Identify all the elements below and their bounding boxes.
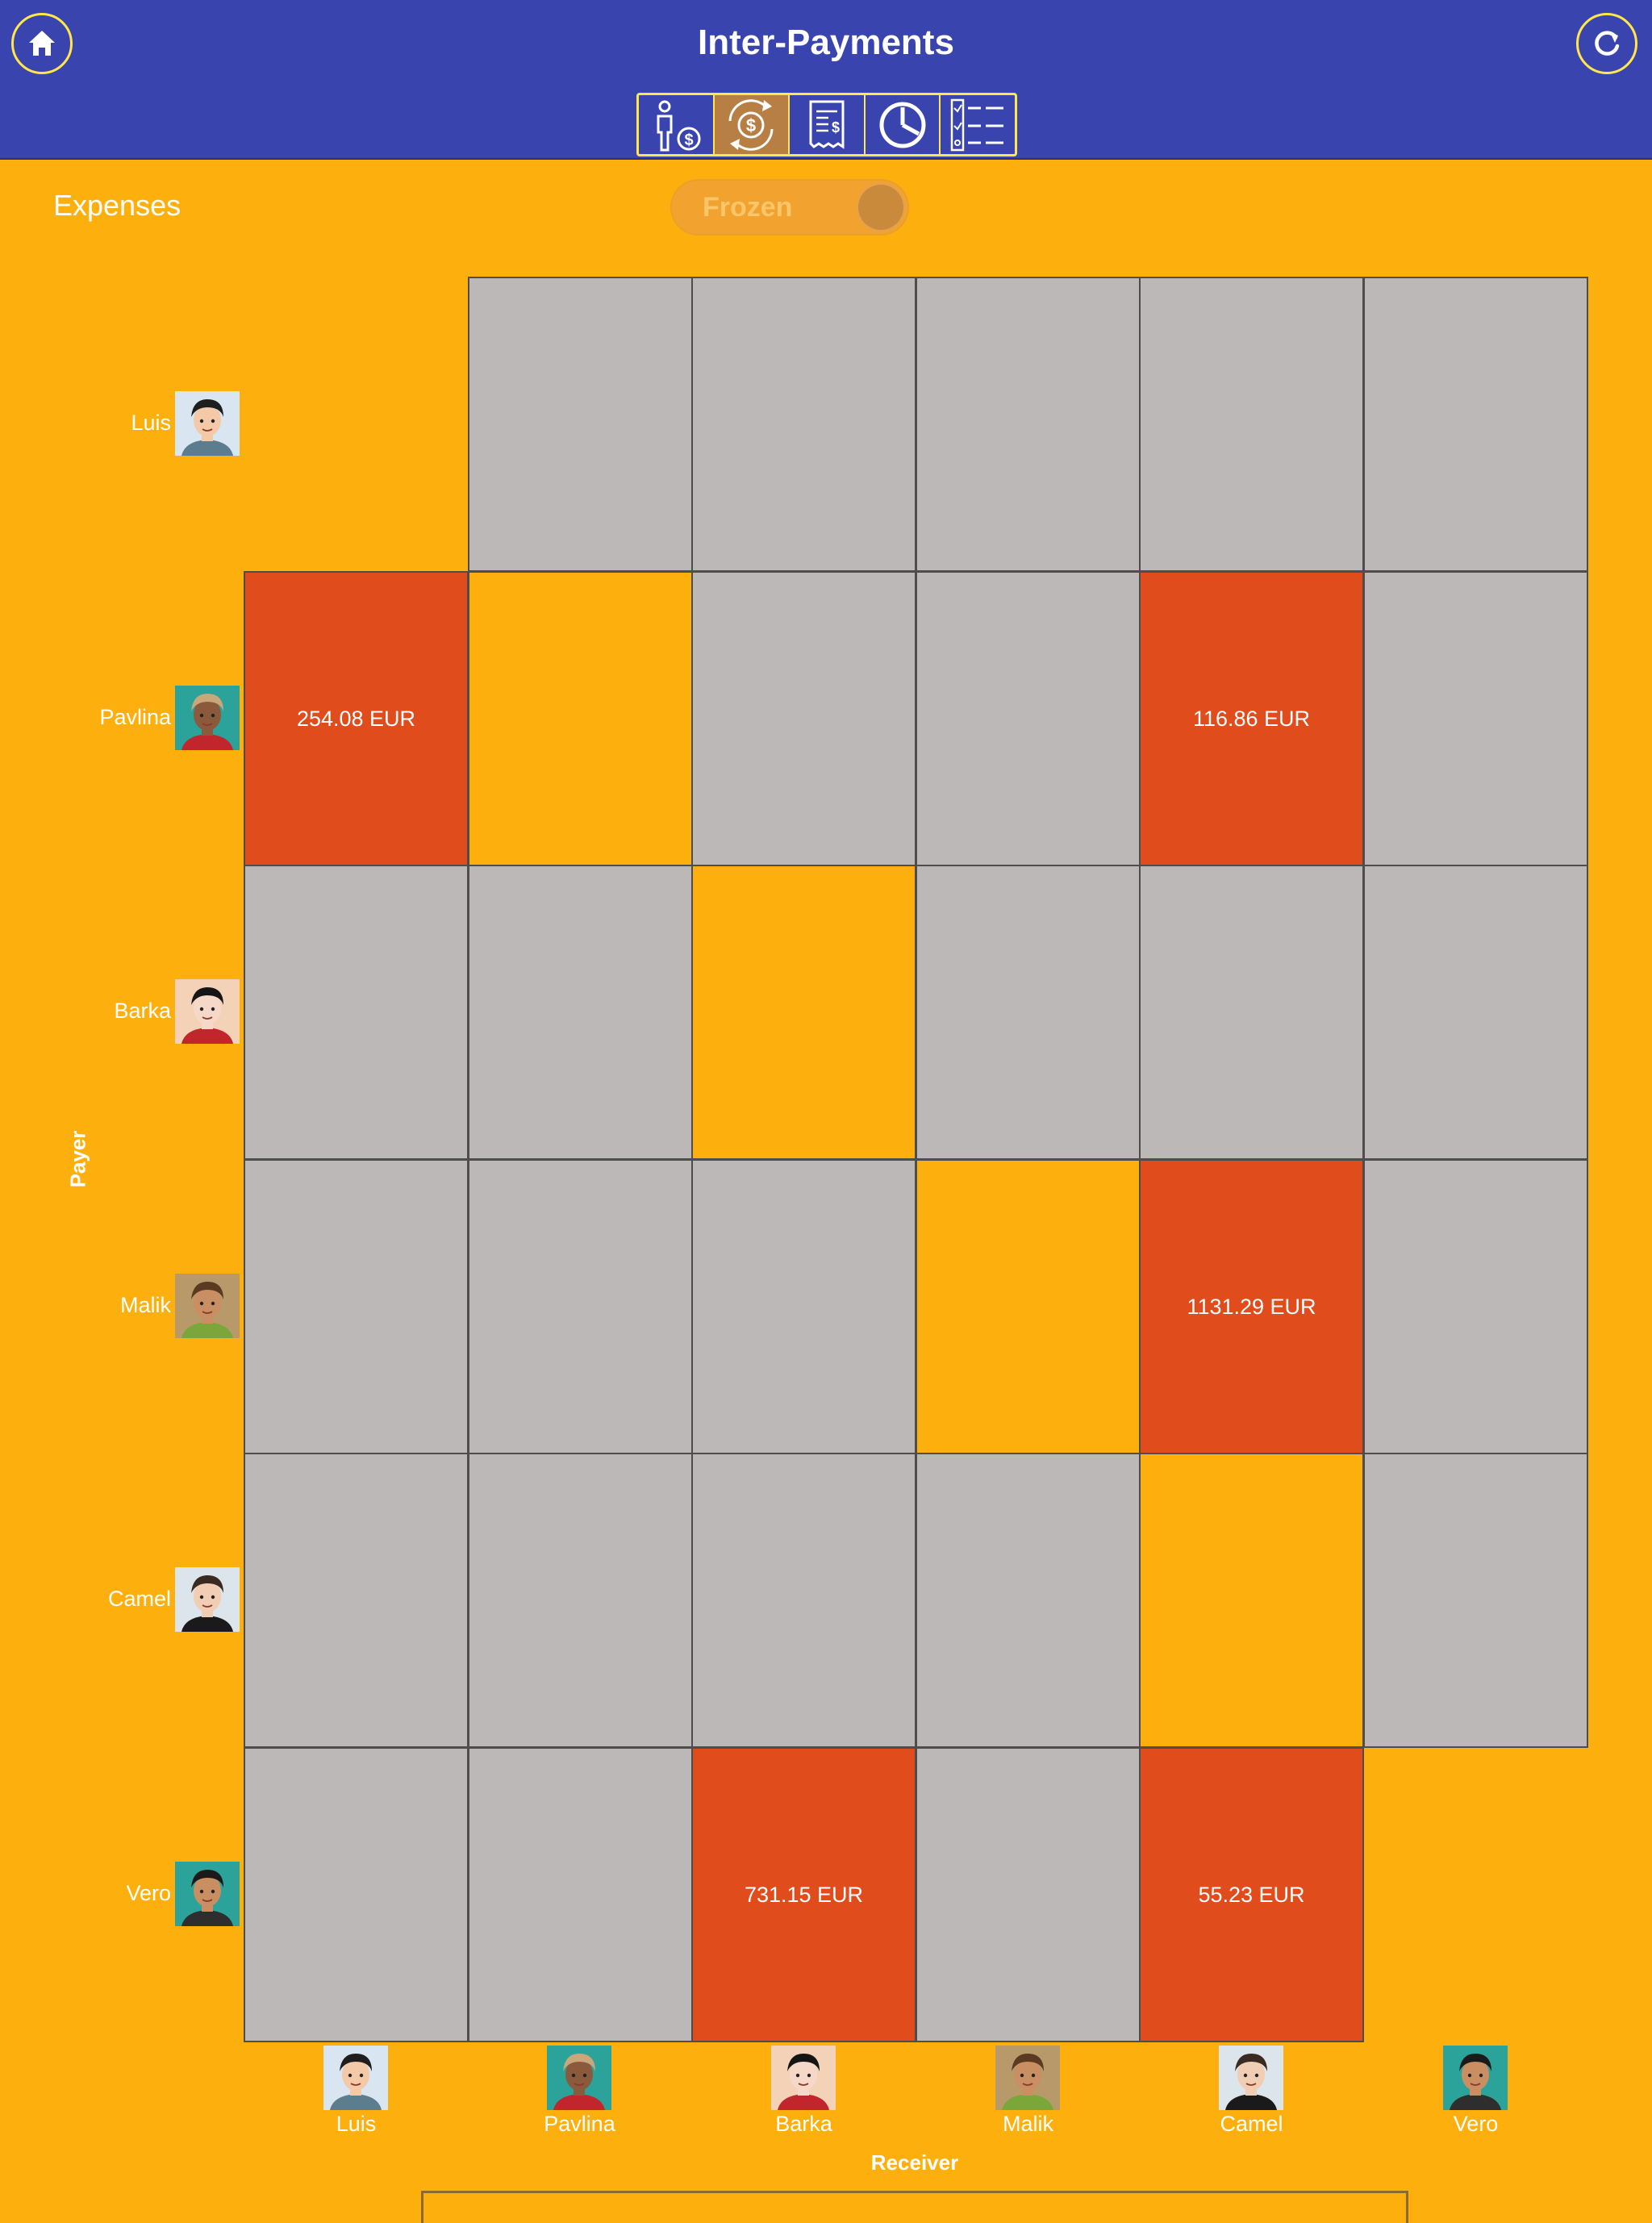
amount-value: 254.08 EUR [296, 706, 416, 731]
matrix-cell-luis-to-camel[interactable] [1139, 277, 1364, 572]
matrix-cell-malik-to-barka[interactable] [691, 1159, 916, 1454]
receiver-avatar-luis [323, 2046, 388, 2110]
amount-value: 55.23 EUR [1198, 1882, 1305, 1907]
payer-label-camel: Camel [107, 1587, 171, 1611]
payer-avatar-pavlina [175, 686, 240, 750]
matrix-cell-malik-to-luis[interactable] [244, 1159, 469, 1454]
matrix-cell-pavlina-to-pavlina[interactable] [468, 571, 693, 866]
receiver-label-camel: Camel [1220, 2112, 1283, 2136]
matrix-cell-luis-to-barka[interactable] [691, 277, 916, 572]
matrix-cell-barka-to-barka[interactable] [691, 865, 916, 1160]
matrix-cell-pavlina-to-camel[interactable]: 116.86 EUR [1139, 571, 1364, 866]
matrix-cell-luis-to-vero[interactable] [1363, 277, 1588, 572]
payer-label-malik: Malik [119, 1293, 171, 1317]
receiver-avatar-pavlina [547, 2046, 611, 2110]
receiver-avatar-barka [771, 2046, 836, 2110]
matrix-cell-camel-to-camel[interactable] [1139, 1453, 1364, 1748]
amount-value: 116.86 EUR [1192, 706, 1311, 731]
matrix-cell-barka-to-vero[interactable] [1363, 865, 1588, 1160]
matrix-cell-pavlina-to-luis[interactable]: 254.08 EUR [244, 571, 469, 866]
payer-label-vero: Vero [126, 1881, 171, 1905]
matrix-cell-camel-to-luis[interactable] [244, 1453, 469, 1748]
matrix-cell-vero-to-barka[interactable]: 731.15 EUR [691, 1747, 916, 2042]
matrix-cell-camel-to-pavlina[interactable] [468, 1453, 693, 1748]
matrix-cell-malik-to-camel[interactable]: 1131.29 EUR [1139, 1159, 1364, 1454]
receiver-label-luis: Luis [336, 2112, 377, 2136]
payer-axis-label: Payer [65, 1130, 90, 1188]
matrix-cell-luis-to-pavlina[interactable] [468, 277, 693, 572]
matrix-cell-luis-to-malik[interactable] [916, 277, 1141, 572]
receiver-label-barka: Barka [775, 2112, 832, 2136]
receiver-axis-label: Receiver [870, 2150, 959, 2175]
matrix-cell-camel-to-vero[interactable] [1363, 1453, 1588, 1748]
matrix-cell-barka-to-pavlina[interactable] [468, 865, 693, 1160]
matrix-cell-pavlina-to-vero[interactable] [1363, 571, 1588, 866]
matrix-cell-camel-to-barka[interactable] [691, 1453, 916, 1748]
matrix-cell-vero-to-luis[interactable] [244, 1747, 469, 2042]
payer-avatar-barka [175, 979, 240, 1044]
matrix-cell-barka-to-luis[interactable] [244, 865, 469, 1160]
payer-avatar-malik [175, 1274, 240, 1338]
matrix-cell-barka-to-malik[interactable] [916, 865, 1141, 1160]
matrix-cell-pavlina-to-malik[interactable] [916, 571, 1141, 866]
matrix-cell-malik-to-vero[interactable] [1363, 1159, 1588, 1454]
receiver-label-vero: Vero [1453, 2112, 1499, 2136]
payer-avatar-camel [175, 1567, 240, 1632]
payer-avatar-vero [175, 1862, 240, 1926]
receiver-avatar-camel [1219, 2046, 1283, 2110]
amount-value: 1131.29 EUR [1187, 1294, 1316, 1319]
receiver-label-pavlina: Pavlina [544, 2112, 615, 2136]
receiver-avatar-malik [995, 2046, 1060, 2110]
payer-avatar-luis [175, 391, 240, 456]
receiver-label-malik: Malik [1002, 2112, 1053, 2136]
receiver-avatar-vero [1443, 2046, 1508, 2110]
bottom-panel [421, 2191, 1408, 2223]
matrix-cell-malik-to-pavlina[interactable] [468, 1159, 693, 1454]
amount-value: 731.15 EUR [744, 1882, 864, 1907]
payer-label-barka: Barka [114, 999, 171, 1023]
matrix-cell-vero-to-pavlina[interactable] [468, 1747, 693, 2042]
matrix-cell-vero-to-camel[interactable]: 55.23 EUR [1139, 1747, 1364, 2042]
payer-label-luis: Luis [131, 411, 171, 435]
matrix-cell-vero-to-malik[interactable] [916, 1747, 1141, 2042]
matrix-cell-malik-to-malik[interactable] [916, 1159, 1141, 1454]
matrix-cell-camel-to-malik[interactable] [916, 1453, 1141, 1748]
payment-matrix: 254.08 EUR 116.86 EUR 1131.29 EUR 731.15 EU… [0, 0, 1652, 2204]
matrix-cell-pavlina-to-barka[interactable] [691, 571, 916, 866]
matrix-cell-barka-to-camel[interactable] [1139, 865, 1364, 1160]
payer-label-pavlina: Pavlina [99, 705, 171, 729]
